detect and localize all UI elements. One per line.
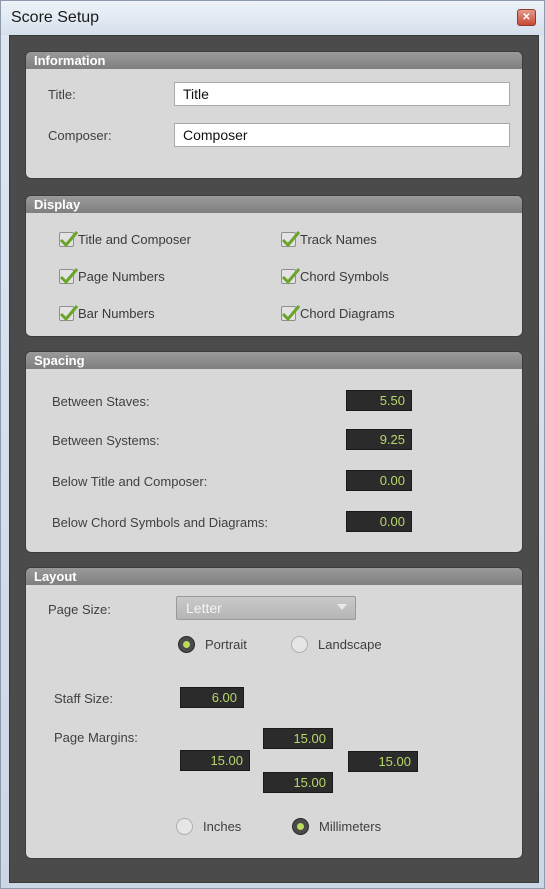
checkbox-label: Chord Diagrams	[300, 305, 395, 321]
checkmark-icon	[59, 304, 79, 321]
layout-panel: Layout Page Size: Letter Portrait Landsc…	[26, 568, 522, 858]
checkbox-chord-symbols[interactable]: Chord Symbols	[281, 267, 389, 285]
below-title-field[interactable]	[346, 470, 412, 491]
page-size-dropdown[interactable]: Letter	[176, 596, 356, 620]
staff-size-label: Staff Size:	[54, 691, 114, 706]
below-chord-field[interactable]	[346, 511, 412, 532]
radio-selected-icon	[292, 817, 309, 835]
layout-header: Layout	[26, 568, 522, 585]
composer-label: Composer:	[48, 128, 112, 143]
radio-landscape[interactable]: Landscape	[291, 634, 382, 654]
checkbox-chord-diagrams[interactable]: Chord Diagrams	[281, 304, 395, 322]
radio-selected-icon	[178, 635, 195, 653]
inches-label: Inches	[203, 818, 242, 834]
page-margins-label: Page Margins:	[54, 730, 138, 745]
between-staves-field[interactable]	[346, 390, 412, 411]
between-staves-label: Between Staves:	[52, 394, 150, 409]
spacing-panel: Spacing Between Staves: Between Systems:…	[26, 352, 522, 552]
margin-left-field[interactable]	[180, 750, 250, 771]
title-bar[interactable]: Score Setup ✕	[1, 1, 544, 35]
close-icon: ✕	[522, 12, 531, 23]
checkbox-title-and-composer[interactable]: Title and Composer	[59, 230, 191, 248]
dialog-body: Information Title: Composer: Display Tit…	[9, 35, 539, 883]
chevron-down-icon	[337, 604, 347, 610]
close-button[interactable]: ✕	[517, 9, 536, 26]
spacing-header: Spacing	[26, 352, 522, 369]
information-header: Information	[26, 52, 522, 69]
checkmark-icon	[281, 304, 301, 321]
radio-portrait[interactable]: Portrait	[178, 634, 247, 654]
information-panel: Information Title: Composer:	[26, 52, 522, 178]
checkmark-icon	[281, 267, 301, 284]
below-chord-label: Below Chord Symbols and Diagrams:	[52, 515, 269, 530]
checkbox-bar-numbers[interactable]: Bar Numbers	[59, 304, 155, 322]
between-systems-field[interactable]	[346, 429, 412, 450]
window-title: Score Setup	[11, 9, 100, 26]
checkbox-label: Bar Numbers	[78, 305, 155, 321]
checkbox-label: Title and Composer	[78, 231, 191, 247]
checkmark-icon	[59, 267, 79, 284]
below-title-label: Below Title and Composer:	[52, 474, 208, 489]
title-label: Title:	[48, 87, 76, 102]
staff-size-field[interactable]	[180, 687, 244, 708]
checkbox-track-names[interactable]: Track Names	[281, 230, 377, 248]
display-header: Display	[26, 196, 522, 213]
page-size-value: Letter	[186, 600, 222, 616]
title-input[interactable]	[174, 82, 510, 106]
radio-unselected-icon	[291, 635, 308, 653]
composer-input[interactable]	[174, 123, 510, 147]
page-size-label: Page Size:	[48, 602, 111, 617]
checkbox-label: Track Names	[300, 231, 377, 247]
millimeters-label: Millimeters	[319, 818, 382, 834]
score-setup-window: Score Setup ✕ Information Title: Compose…	[0, 0, 545, 889]
display-panel: Display Title and Composer Page Numbers …	[26, 196, 522, 336]
margin-bottom-field[interactable]	[263, 772, 333, 793]
checkbox-page-numbers[interactable]: Page Numbers	[59, 267, 165, 285]
radio-unselected-icon	[176, 817, 193, 835]
between-systems-label: Between Systems:	[52, 433, 160, 448]
radio-millimeters[interactable]: Millimeters	[292, 816, 381, 836]
landscape-label: Landscape	[318, 636, 382, 652]
margin-right-field[interactable]	[348, 751, 418, 772]
checkbox-label: Chord Symbols	[300, 268, 389, 284]
margin-top-field[interactable]	[263, 728, 333, 749]
checkmark-icon	[281, 230, 301, 247]
checkmark-icon	[59, 230, 79, 247]
portrait-label: Portrait	[205, 636, 247, 652]
checkbox-label: Page Numbers	[78, 268, 165, 284]
radio-inches[interactable]: Inches	[176, 816, 241, 836]
